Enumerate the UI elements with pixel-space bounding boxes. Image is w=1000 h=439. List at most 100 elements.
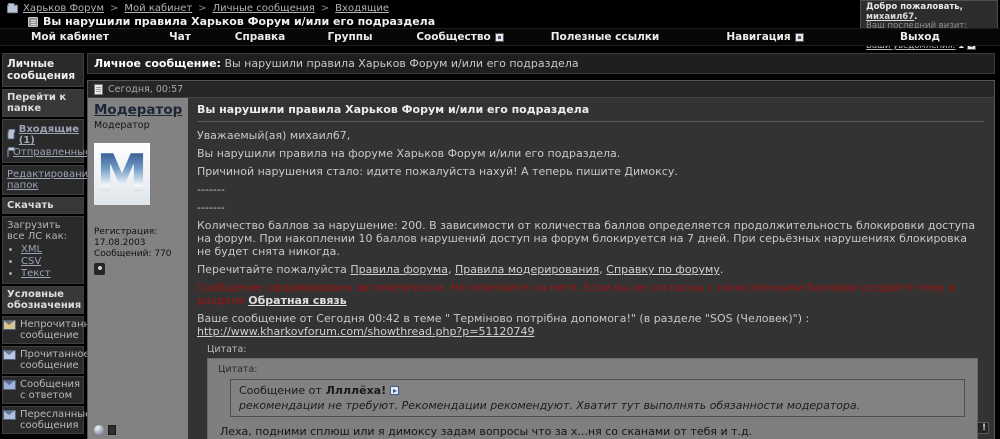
replied-message-icon (3, 380, 16, 390)
author-username-link[interactable]: Модератор (94, 102, 182, 118)
online-status-icon (94, 425, 104, 435)
message-title: Вы нарушили правила Харьков Форум и/или … (197, 103, 984, 122)
pm-header-title: Вы нарушили правила Харьков Форум и/или … (224, 57, 579, 70)
folder-icon (7, 146, 15, 157)
sidebar-edit-folders-box: Редактирование папок (2, 165, 94, 195)
nav-useful-links[interactable]: Полезные ссылки (520, 31, 690, 43)
report-post-icon[interactable] (977, 422, 989, 435)
outer-quote-label: Цитата: (207, 344, 247, 355)
breadcrumb-separator: > (320, 3, 330, 14)
profile-action-icon[interactable] (108, 425, 116, 435)
breadcrumb-link-forum[interactable]: Харьков Форум (23, 3, 104, 14)
message-divider-dashes: ------- (197, 201, 225, 214)
breadcrumb-link-usercp[interactable]: Мой кабинет (124, 3, 192, 14)
folder-row-sent: Отправленные (7, 146, 91, 158)
pm-header-label: Личное сообщение: (94, 57, 221, 70)
page-title: Вы нарушили правила Харьков Форум и/или … (43, 15, 436, 28)
nav-logout[interactable]: Выход (840, 31, 1000, 43)
nav-help[interactable]: Справка (220, 31, 300, 43)
username-link[interactable]: михаил67 (866, 12, 914, 22)
edit-folders-link[interactable]: Редактирование папок (7, 169, 94, 191)
sidebar-download-box: Загрузить все ЛС как: XML CSV Текст (2, 216, 84, 284)
download-xml-link[interactable]: XML (21, 244, 42, 255)
forum-help-link[interactable]: Справку по форуму (606, 263, 720, 276)
author-registered: Регистрация: 17.08.2003 (94, 227, 158, 248)
unread-message-icon (3, 320, 16, 330)
nav-chat[interactable]: Чат (140, 31, 220, 43)
quote-origin-user: Ллллёха! (325, 384, 387, 397)
folder-icon (7, 129, 15, 140)
message-points-info: Количество баллов за нарушение: 200. В з… (197, 219, 976, 258)
message-divider-dashes: ------- (197, 183, 225, 196)
view-post-icon[interactable] (390, 386, 400, 395)
download-csv-link[interactable]: CSV (21, 256, 41, 267)
breadcrumb-link-inbox[interactable]: Входящие (335, 3, 389, 14)
download-options: XML CSV Текст (21, 244, 79, 279)
quote-origin-line: Сообщение от Ллллёха! (239, 384, 956, 397)
sidebar-title: Личные сообщения (2, 53, 84, 87)
pm-header: Личное сообщение: Вы нарушили правила Ха… (87, 53, 995, 74)
author-usertitle: Модератор (94, 120, 150, 131)
author-post-count: Сообщений: 770 (94, 249, 172, 259)
sidebar-folder-list: Входящие (1) Отправленные (2, 119, 91, 163)
post-icon (94, 83, 103, 95)
breadcrumb: Харьков Форум > Мой кабинет > Личные соо… (6, 2, 389, 14)
quote-reply-text: Леха, подними сплюш или я димоксу задам … (220, 425, 753, 438)
welcome-greeting-period: . (914, 11, 918, 22)
breadcrumb-separator: > (198, 3, 207, 14)
legend-item-forwarded: Пересланные сообщения (2, 406, 91, 434)
welcome-box: Добро пожаловать, михаил67. Ваш последни… (860, 0, 998, 51)
forwarded-message-icon (3, 410, 16, 420)
nav-navigation[interactable]: Навигация (690, 31, 840, 43)
auto-warning-line: Сообщение сформировано автоматически. Не… (197, 281, 956, 307)
thread-url-link[interactable]: http://www.kharkovforum.com/showthread.p… (197, 325, 534, 338)
page-title-row: Вы нарушили правила Харьков Форум и/или … (28, 15, 435, 28)
message-reason-line: Причиной нарушения стало: идите пожалуйс… (197, 165, 678, 178)
sidebar-legend-header: Условные обозначения (2, 286, 84, 314)
message-icon (28, 16, 38, 27)
forum-pm-page: Харьков Форум > Мой кабинет > Личные соо… (0, 0, 1000, 439)
community-menu-icon (494, 32, 504, 42)
read-message-icon (3, 350, 16, 360)
nav-community[interactable]: Сообщество (400, 31, 520, 43)
quoted-message-block: Цитата: Сообщение от Ллллёха! рекомендац… (207, 358, 978, 439)
sidebar-item-sent[interactable]: Отправленные (13, 147, 91, 158)
feedback-link[interactable]: Обратная связь (248, 294, 347, 307)
forum-rules-link[interactable]: Правила форума (350, 263, 448, 276)
folder-icon (6, 2, 19, 13)
user-column-footer (94, 425, 182, 435)
author-stats: Регистрация: 17.08.2003 Сообщений: 770 (94, 227, 182, 260)
breadcrumb-link-private-messages[interactable]: Личные сообщения (213, 3, 315, 14)
inner-quote-label: Цитата: (218, 364, 258, 375)
sidebar-goto-folder-header: Перейти к папке (2, 89, 84, 117)
inner-quote-box: Сообщение от Ллллёха! рекомендации не тр… (230, 379, 965, 417)
message-violation-line: Вы нарушили правила на форуме Харьков Фо… (197, 147, 621, 160)
welcome-greeting: Добро пожаловать, михаил67. (866, 2, 992, 22)
post-date: Сегодня, 00:57 (108, 83, 184, 95)
nav-usercp[interactable]: Мой кабинет (0, 31, 140, 43)
legend-item-unread: Непрочитанное сообщение (2, 316, 102, 344)
download-text-link[interactable]: Текст (21, 268, 51, 279)
private-message-post: Сегодня, 00:57 Модератор Модератор M Рег… (87, 80, 995, 439)
welcome-greeting-text: Добро пожаловать, (866, 2, 963, 12)
post-date-bar: Сегодня, 00:57 (88, 81, 994, 98)
legend-item-replied: Сообщения с ответом (2, 376, 84, 404)
quoted-text: рекомендации не требуют. Рекомендации ре… (239, 399, 861, 412)
message-column: Вы нарушили правила Харьков Форум и/или … (188, 98, 994, 439)
folder-row-inbox: Входящие (1) (7, 124, 79, 146)
nav-groups[interactable]: Группы (300, 31, 400, 43)
message-reread-line: Перечитайте пожалуйста Правила форума, П… (197, 263, 724, 276)
your-message-line: Ваше сообщение от Сегодня 00:42 в теме "… (197, 312, 810, 338)
moderation-rules-link[interactable]: Правила модерирования (455, 263, 599, 276)
avatar[interactable]: M (94, 143, 150, 205)
post-body: Модератор Модератор M Регистрация: 17.08… (88, 98, 994, 439)
sidebar-download-header: Скачать (2, 197, 84, 214)
main-navbar: Мой кабинет Чат Справка Группы Сообществ… (0, 28, 1000, 46)
navigation-menu-icon (794, 32, 804, 42)
sidebar: Личные сообщения Перейти к папке Входящи… (2, 53, 102, 436)
user-column: Модератор Модератор M Регистрация: 17.08… (88, 98, 188, 439)
legend-item-read: Прочитанное сообщение (2, 346, 90, 374)
sidebar-item-inbox[interactable]: Входящие (1) (19, 124, 79, 146)
message-greeting: Уважаемый(ая) михаил67, (197, 129, 351, 142)
lock-icon (94, 263, 105, 275)
